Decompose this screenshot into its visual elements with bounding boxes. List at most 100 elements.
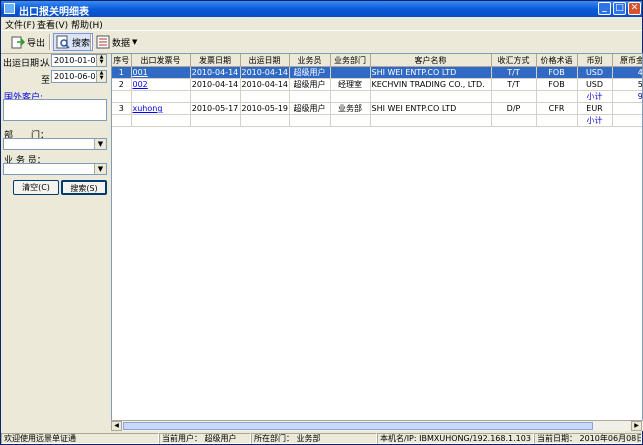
spin-arrows-icon[interactable]: ▲ ▼ [96, 71, 106, 82]
table-cell: 2 [112, 78, 132, 91]
column-header[interactable]: 出口发票号 [131, 54, 191, 67]
table-cell: USD [577, 66, 613, 79]
status-bar: 欢迎使用远景单证通 当前用户： 超级用户 所在部门： 业务部 本机名/IP: I… [1, 432, 642, 444]
table-cell [131, 114, 191, 127]
table-cell: T/T [491, 66, 537, 79]
customer-input[interactable] [3, 99, 107, 121]
from-label: 从 [41, 59, 51, 69]
column-header[interactable]: 出运日期 [240, 54, 290, 67]
to-label: 至 [41, 76, 51, 86]
data-menu-button[interactable]: 数据 ▼ [94, 33, 139, 51]
to-date-input[interactable]: 2010-06-08 ▲ ▼ [51, 70, 107, 83]
table-cell: FOB [536, 66, 578, 79]
table-cell: 2010-04-14 [240, 78, 290, 91]
table-cell: 40, [612, 66, 642, 79]
scroll-right-icon[interactable]: ▶ [631, 421, 642, 431]
minimize-button[interactable]: _ [598, 2, 611, 15]
table-cell [536, 114, 578, 127]
table-cell: 50, [612, 78, 642, 91]
table-cell [491, 114, 537, 127]
table-cell: 002 [131, 78, 191, 91]
table-cell [330, 66, 371, 79]
table-cell [112, 114, 132, 127]
table-cell: 业务部 [330, 102, 371, 115]
maximize-button[interactable]: □ [613, 2, 626, 15]
table-cell: xuhong [131, 102, 191, 115]
table-cell: 3 [112, 102, 132, 115]
horizontal-scrollbar[interactable]: ◀ ▶ [111, 420, 643, 431]
chevron-down-icon: ▼ [132, 38, 138, 46]
subtotal-row[interactable]: 小计2, [112, 114, 642, 127]
table-cell: 超级用户 [289, 78, 331, 91]
table-cell: 超级用户 [289, 66, 331, 79]
status-machine: 本机名/IP: IBMXUHONG/192.168.1.103 [377, 433, 534, 444]
close-button[interactable]: ✕ [628, 2, 641, 15]
invoice-link[interactable]: 002 [133, 80, 148, 89]
table-cell: KECHVIN TRADING CO., LTD. [370, 78, 492, 91]
table-cell [330, 90, 371, 103]
table-cell [240, 114, 290, 127]
table-cell [131, 90, 191, 103]
spin-arrows-icon[interactable]: ▲ ▼ [96, 55, 106, 66]
table-cell: 2, [612, 102, 642, 115]
table-cell [289, 114, 331, 127]
column-header[interactable]: 业务部门 [330, 54, 371, 67]
table-cell: 2010-04-14 [240, 66, 290, 79]
table-cell: 小计 [577, 90, 613, 103]
table-cell [491, 90, 537, 103]
from-date-input[interactable]: 2010-01-01 ▲ ▼ [51, 54, 107, 67]
table-cell: 经理室 [330, 78, 371, 91]
invoice-link[interactable]: 001 [133, 68, 148, 77]
table-cell: CFR [536, 102, 578, 115]
export-icon [11, 36, 25, 49]
clear-button[interactable]: 清空(C) [13, 180, 59, 195]
scroll-left-icon[interactable]: ◀ [111, 421, 122, 431]
column-header[interactable]: 客户名称 [370, 54, 492, 67]
window-title: 出口报关明细表 [19, 7, 89, 18]
column-header[interactable]: 序号 [112, 54, 132, 67]
salesman-select[interactable]: ▼ [3, 163, 107, 175]
table-cell [190, 90, 241, 103]
table-cell: SHI WEI ENTP.CO LTD [370, 102, 492, 115]
table-cell: 2010-05-17 [190, 102, 241, 115]
search-toolbar-button[interactable]: 搜索 [53, 33, 94, 51]
table-row[interactable]: 3 xuhong 2010-05-17 2010-05-19 超级用户 业务部 SHI WE… [112, 102, 642, 115]
search-toolbar-label: 搜索 [72, 38, 91, 49]
table-cell: 超级用户 [289, 102, 331, 115]
table-cell: 小计 [577, 114, 613, 127]
filter-panel: 出运日期： 从 2010-01-01 ▲ ▼ 至 2010-06-08 ▲ ▼ 国外… [1, 53, 109, 431]
toolbar: 导出 搜索 数据 ▼ [1, 30, 642, 54]
table-cell [112, 90, 132, 103]
table-cell: 90, [612, 90, 642, 103]
column-header[interactable]: 币别 [577, 54, 613, 67]
table-cell [536, 90, 578, 103]
table-cell: USD [577, 78, 613, 91]
main-window: 出口报关明细表 _ □ ✕ 文件(F) 查看(V) 帮助(H) 导出 搜索 数据… [0, 0, 643, 445]
invoice-link[interactable]: xuhong [133, 104, 163, 113]
column-header[interactable]: 原币金 [612, 54, 642, 67]
menu-bar: 文件(F) 查看(V) 帮助(H) [1, 17, 642, 31]
table-row[interactable]: 2 002 2010-04-14 2010-04-14 超级用户 经理室 KECHVIN T… [112, 78, 642, 91]
title-bar[interactable]: 出口报关明细表 _ □ ✕ [1, 1, 642, 18]
chevron-down-icon[interactable]: ▼ [94, 139, 106, 149]
search-button[interactable]: 搜索(S) [61, 180, 107, 195]
subtotal-row[interactable]: 小计90, [112, 90, 642, 103]
table-cell: 2010-04-14 [190, 66, 241, 79]
table-cell: 2010-05-19 [240, 102, 290, 115]
column-header[interactable]: 价格术语 [536, 54, 578, 67]
table-cell: FOB [536, 78, 578, 91]
status-date: 当前日期： 2010年06月08日 [534, 433, 642, 444]
dept-select[interactable]: ▼ [3, 138, 107, 150]
column-header[interactable]: 发票日期 [190, 54, 241, 67]
chevron-down-icon[interactable]: ▼ [94, 164, 106, 174]
export-button[interactable]: 导出 [9, 33, 47, 51]
scroll-thumb[interactable] [123, 422, 593, 430]
data-icon [96, 35, 110, 49]
table-header: 序号 出口发票号 发票日期 出运日期 业务员 业务部门 客户名称 收汇方式 价格术语 币别 原币金 [112, 54, 642, 67]
results-table: 序号 出口发票号 发票日期 出运日期 业务员 业务部门 客户名称 收汇方式 价格术语 币别 原币金 … [111, 53, 643, 431]
column-header[interactable]: 收汇方式 [491, 54, 537, 67]
table-row[interactable]: 1 001 2010-04-14 2010-04-14 超级用户 SHI WEI ENTP… [112, 66, 642, 79]
table-cell: T/T [491, 78, 537, 91]
data-menu-label: 数据 [112, 38, 131, 49]
column-header[interactable]: 业务员 [289, 54, 331, 67]
